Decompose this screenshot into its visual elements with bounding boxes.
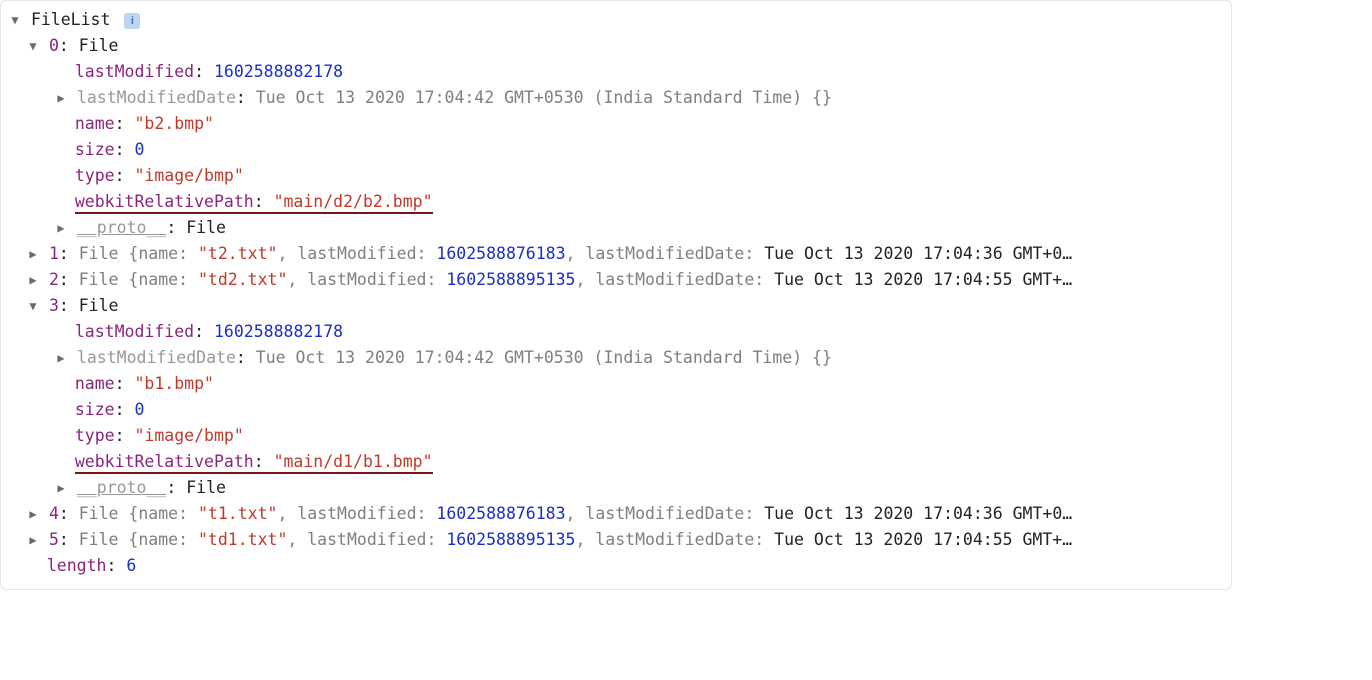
summary-text: File {name: "td2.txt", lastModified: 160…	[79, 270, 1072, 289]
info-icon[interactable]: i	[124, 13, 140, 29]
disclosure-closed-icon[interactable]: ▶	[27, 527, 39, 553]
value: 6	[126, 556, 136, 575]
prop-name: name: "b1.bmp"	[9, 371, 1223, 397]
prop-proto[interactable]: ▶ __proto__: File	[9, 475, 1223, 501]
disclosure-closed-icon[interactable]: ▶	[55, 345, 67, 371]
disclosure-closed-icon[interactable]: ▶	[27, 241, 39, 267]
item-2-row[interactable]: ▶ 2: File {name: "td2.txt", lastModified…	[9, 267, 1223, 293]
value: File	[186, 478, 226, 497]
value: 0	[135, 400, 145, 419]
disclosure-closed-icon[interactable]: ▶	[55, 215, 67, 241]
key-label: lastModified	[75, 322, 194, 341]
key-label: type	[75, 166, 115, 185]
console-object-panel: ▼ FileList i ▼ 0: File lastModified: 160…	[0, 0, 1232, 590]
key-label: length	[47, 556, 107, 575]
index-label: 1	[49, 244, 59, 263]
prop-size: size: 0	[9, 397, 1223, 423]
file-label: File	[79, 296, 119, 315]
key-label: name	[75, 374, 115, 393]
prop-lastModified: lastModified: 1602588882178	[9, 59, 1223, 85]
disclosure-closed-icon[interactable]: ▶	[55, 475, 67, 501]
disclosure-open-icon[interactable]: ▼	[9, 7, 21, 33]
file-label: File	[79, 36, 119, 55]
key-label: size	[75, 140, 115, 159]
prop-proto[interactable]: ▶ __proto__: File	[9, 215, 1223, 241]
disclosure-closed-icon[interactable]: ▶	[27, 267, 39, 293]
empty-braces: {}	[812, 88, 832, 107]
key-label: __proto__	[77, 478, 166, 497]
index-label: 2	[49, 270, 59, 289]
value: 1602588882178	[214, 322, 343, 341]
length-row: length: 6	[9, 553, 1223, 579]
key-label: size	[75, 400, 115, 419]
prop-webkitRelativePath: webkitRelativePath: "main/d1/b1.bmp"	[9, 449, 1223, 475]
prop-type: type: "image/bmp"	[9, 163, 1223, 189]
item-4-row[interactable]: ▶ 4: File {name: "t1.txt", lastModified:…	[9, 501, 1223, 527]
prop-lastModifiedDate[interactable]: ▶ lastModifiedDate: Tue Oct 13 2020 17:0…	[9, 345, 1223, 371]
root-label: FileList	[31, 10, 110, 29]
disclosure-closed-icon[interactable]: ▶	[55, 85, 67, 111]
disclosure-open-icon[interactable]: ▼	[27, 293, 39, 319]
value: "b1.bmp"	[135, 374, 214, 393]
key-label: webkitRelativePath	[75, 192, 254, 211]
prop-webkitRelativePath: webkitRelativePath: "main/d2/b2.bmp"	[9, 189, 1223, 215]
disclosure-open-icon[interactable]: ▼	[27, 33, 39, 59]
value: "image/bmp"	[135, 426, 244, 445]
key-label: lastModifiedDate	[77, 88, 236, 107]
index-label: 5	[49, 530, 59, 549]
item-1-row[interactable]: ▶ 1: File {name: "t2.txt", lastModified:…	[9, 241, 1223, 267]
prop-lastModifiedDate[interactable]: ▶ lastModifiedDate: Tue Oct 13 2020 17:0…	[9, 85, 1223, 111]
key-label: webkitRelativePath	[75, 452, 254, 471]
index-label: 0	[49, 36, 59, 55]
root-row[interactable]: ▼ FileList i	[9, 7, 1223, 33]
value: "main/d1/b1.bmp"	[274, 452, 433, 471]
item-5-row[interactable]: ▶ 5: File {name: "td1.txt", lastModified…	[9, 527, 1223, 553]
key-label: lastModified	[75, 62, 194, 81]
index-label: 3	[49, 296, 59, 315]
item-3-row[interactable]: ▼ 3: File	[9, 293, 1223, 319]
key-label: name	[75, 114, 115, 133]
prop-size: size: 0	[9, 137, 1223, 163]
prop-name: name: "b2.bmp"	[9, 111, 1223, 137]
summary-text: File {name: "t2.txt", lastModified: 1602…	[79, 244, 1072, 263]
disclosure-closed-icon[interactable]: ▶	[27, 501, 39, 527]
key-label: type	[75, 426, 115, 445]
value: File	[186, 218, 226, 237]
value: "main/d2/b2.bmp"	[274, 192, 433, 211]
item-0-row[interactable]: ▼ 0: File	[9, 33, 1223, 59]
value: Tue Oct 13 2020 17:04:42 GMT+0530 (India…	[256, 348, 802, 367]
empty-braces: {}	[812, 348, 832, 367]
summary-text: File {name: "t1.txt", lastModified: 1602…	[79, 504, 1072, 523]
value: 0	[135, 140, 145, 159]
key-label: lastModifiedDate	[77, 348, 236, 367]
key-label: __proto__	[77, 218, 166, 237]
prop-lastModified: lastModified: 1602588882178	[9, 319, 1223, 345]
summary-text: File {name: "td1.txt", lastModified: 160…	[79, 530, 1072, 549]
index-label: 4	[49, 504, 59, 523]
value: "image/bmp"	[135, 166, 244, 185]
value: 1602588882178	[214, 62, 343, 81]
value: "b2.bmp"	[135, 114, 214, 133]
prop-type: type: "image/bmp"	[9, 423, 1223, 449]
value: Tue Oct 13 2020 17:04:42 GMT+0530 (India…	[256, 88, 802, 107]
